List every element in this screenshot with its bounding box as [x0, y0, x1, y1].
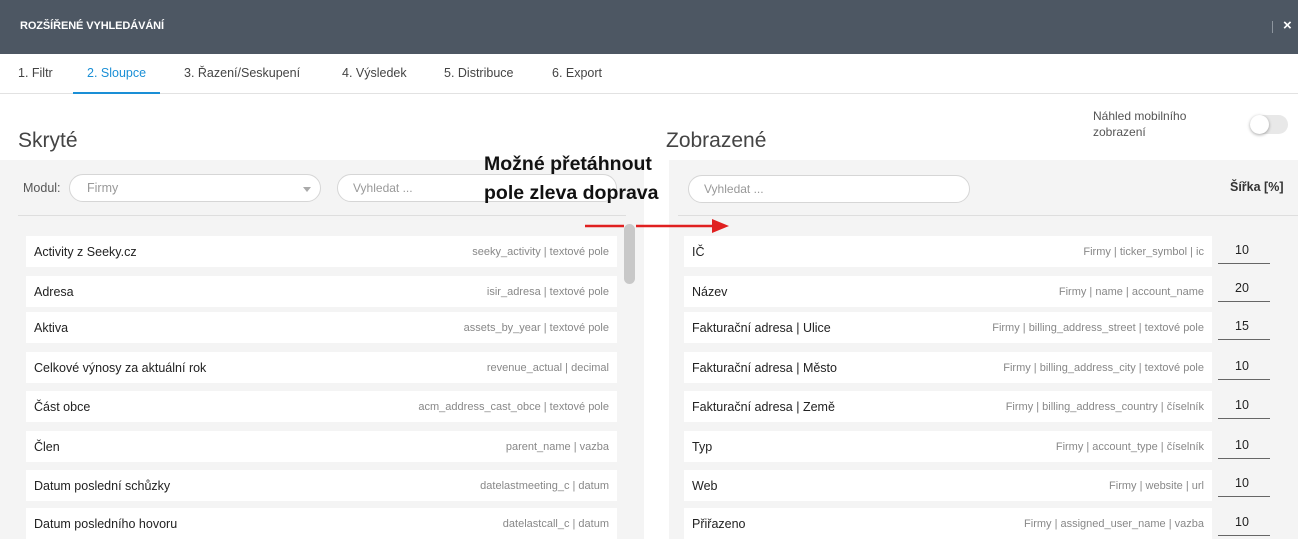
column-width-value: 15 — [1235, 319, 1249, 333]
titlebar-separator — [1272, 21, 1273, 33]
column-width-value: 20 — [1235, 281, 1249, 295]
close-icon[interactable]: × — [1283, 17, 1292, 34]
width-column-header: Šířka [%] — [1230, 180, 1284, 194]
column-width-input[interactable]: 20 — [1218, 277, 1270, 302]
hidden-field-row[interactable]: Activity z Seeky.cz seeky_activity | tex… — [26, 236, 617, 267]
field-meta: Firmy | website | url — [1109, 480, 1204, 492]
field-name: Část obce — [34, 400, 91, 414]
field-meta: datelastmeeting_c | datum — [480, 480, 609, 492]
field-meta: isir_adresa | textové pole — [486, 286, 609, 298]
toggle-knob — [1250, 115, 1269, 134]
shown-field-row[interactable]: IČ Firmy | ticker_symbol | ic — [684, 236, 1212, 267]
hidden-divider — [18, 215, 626, 216]
field-meta: Firmy | assigned_user_name | vazba — [1024, 518, 1204, 530]
shown-field-row[interactable]: Typ Firmy | account_type | číselník — [684, 431, 1212, 462]
modul-select[interactable]: Firmy — [69, 174, 321, 202]
field-name: Fakturační adresa | Země — [692, 400, 835, 414]
chevron-down-icon — [303, 187, 311, 192]
hidden-field-row[interactable]: Člen parent_name | vazba — [26, 431, 617, 462]
column-width-input[interactable]: 10 — [1218, 355, 1270, 380]
field-name: Člen — [34, 440, 60, 454]
drag-hint: Možné přetáhnout pole zleva doprava — [484, 150, 658, 208]
tab-columns[interactable]: 2. Sloupce — [72, 66, 161, 94]
field-name: Celkové výnosy za aktuální rok — [34, 361, 207, 375]
column-width-value: 10 — [1235, 243, 1249, 257]
shown-heading: Zobrazené — [666, 129, 767, 152]
column-width-input[interactable]: 10 — [1218, 511, 1270, 536]
field-name: Adresa — [34, 285, 74, 299]
dialog-title: ROZŠÍŘENÉ VYHLEDÁVÁNÍ — [20, 20, 164, 32]
dialog-titlebar: ROZŠÍŘENÉ VYHLEDÁVÁNÍ × — [0, 0, 1298, 54]
shown-field-row[interactable]: Fakturační adresa | Město Firmy | billin… — [684, 352, 1212, 383]
column-width-input[interactable]: 10 — [1218, 394, 1270, 419]
field-meta: seeky_activity | textové pole — [472, 246, 609, 258]
field-name: Fakturační adresa | Ulice — [692, 321, 831, 335]
field-name: Datum poslední schůzky — [34, 479, 171, 493]
drag-hint-line2: pole zleva doprava — [484, 182, 659, 204]
shown-divider — [678, 215, 1298, 216]
field-meta: Firmy | billing_address_street | textové… — [992, 322, 1204, 334]
field-meta: parent_name | vazba — [505, 441, 609, 453]
hidden-field-row[interactable]: Adresa isir_adresa | textové pole — [26, 276, 617, 307]
tab-export[interactable]: 6. Export — [552, 66, 602, 94]
field-meta: acm_address_cast_obce | textové pole — [418, 401, 609, 413]
field-meta: Firmy | ticker_symbol | ic — [1083, 246, 1204, 258]
modul-select-value: Firmy — [87, 181, 119, 195]
column-width-value: 10 — [1235, 438, 1249, 452]
column-width-input[interactable]: 10 — [1218, 239, 1270, 264]
shown-search-input[interactable] — [688, 175, 970, 203]
field-name: IČ — [692, 245, 705, 259]
column-width-value: 10 — [1235, 359, 1249, 373]
column-width-value: 10 — [1235, 515, 1249, 529]
modul-label: Modul: — [23, 181, 61, 195]
hidden-field-row[interactable]: Část obce acm_address_cast_obce | textov… — [26, 391, 617, 422]
field-meta: Firmy | billing_address_country | číseln… — [1005, 401, 1204, 413]
field-name: Activity z Seeky.cz — [34, 245, 137, 259]
field-name: Fakturační adresa | Město — [692, 361, 837, 375]
field-meta: Firmy | name | account_name — [1058, 286, 1204, 298]
hidden-heading: Skryté — [18, 129, 78, 152]
field-name: Aktiva — [34, 321, 69, 335]
hidden-field-row[interactable]: Datum poslední schůzky datelastmeeting_c… — [26, 470, 617, 501]
hidden-field-row[interactable]: Datum posledního hovoru datelastcall_c |… — [26, 508, 617, 539]
shown-field-row[interactable]: Fakturační adresa | Ulice Firmy | billin… — [684, 312, 1212, 343]
field-meta: datelastcall_c | datum — [502, 518, 609, 530]
field-meta: Firmy | account_type | číselník — [1055, 441, 1204, 453]
column-width-input[interactable]: 15 — [1218, 315, 1270, 340]
field-name: Název — [692, 285, 728, 299]
field-name: Typ — [692, 440, 713, 454]
shown-field-row[interactable]: Fakturační adresa | Země Firmy | billing… — [684, 391, 1212, 422]
hidden-scrollbar-thumb[interactable] — [624, 224, 635, 284]
mobile-preview-toggle[interactable] — [1250, 115, 1288, 134]
tab-filter[interactable]: 1. Filtr — [18, 66, 53, 94]
field-meta: assets_by_year | textové pole — [463, 322, 609, 334]
shown-field-row[interactable]: Web Firmy | website | url — [684, 470, 1212, 501]
column-width-value: 10 — [1235, 398, 1249, 412]
field-name: Datum posledního hovoru — [34, 517, 178, 531]
column-width-value: 10 — [1235, 476, 1249, 490]
tab-distribution[interactable]: 5. Distribuce — [444, 66, 513, 94]
hidden-field-row[interactable]: Celkové výnosy za aktuální rok revenue_a… — [26, 352, 617, 383]
shown-field-row[interactable]: Název Firmy | name | account_name — [684, 276, 1212, 307]
field-name: Web — [692, 479, 718, 493]
hidden-field-row[interactable]: Aktiva assets_by_year | textové pole — [26, 312, 617, 343]
arrow-right-icon — [585, 219, 729, 233]
wizard-tabs: 1. Filtr 2. Sloupce 3. Řazení/Seskupení … — [0, 54, 1298, 94]
field-name: Přiřazeno — [692, 517, 746, 531]
field-meta: revenue_actual | decimal — [486, 362, 609, 374]
tab-sorting[interactable]: 3. Řazení/Seskupení — [184, 66, 300, 94]
shown-field-row[interactable]: Přiřazeno Firmy | assigned_user_name | v… — [684, 508, 1212, 539]
column-width-input[interactable]: 10 — [1218, 472, 1270, 497]
mobile-preview-label: Náhled mobilního zobrazení — [1093, 109, 1187, 139]
column-width-input[interactable]: 10 — [1218, 434, 1270, 459]
field-meta: Firmy | billing_address_city | textové p… — [1003, 362, 1204, 374]
tab-result[interactable]: 4. Výsledek — [342, 66, 407, 94]
drag-hint-line1: Možné přetáhnout — [484, 153, 652, 175]
